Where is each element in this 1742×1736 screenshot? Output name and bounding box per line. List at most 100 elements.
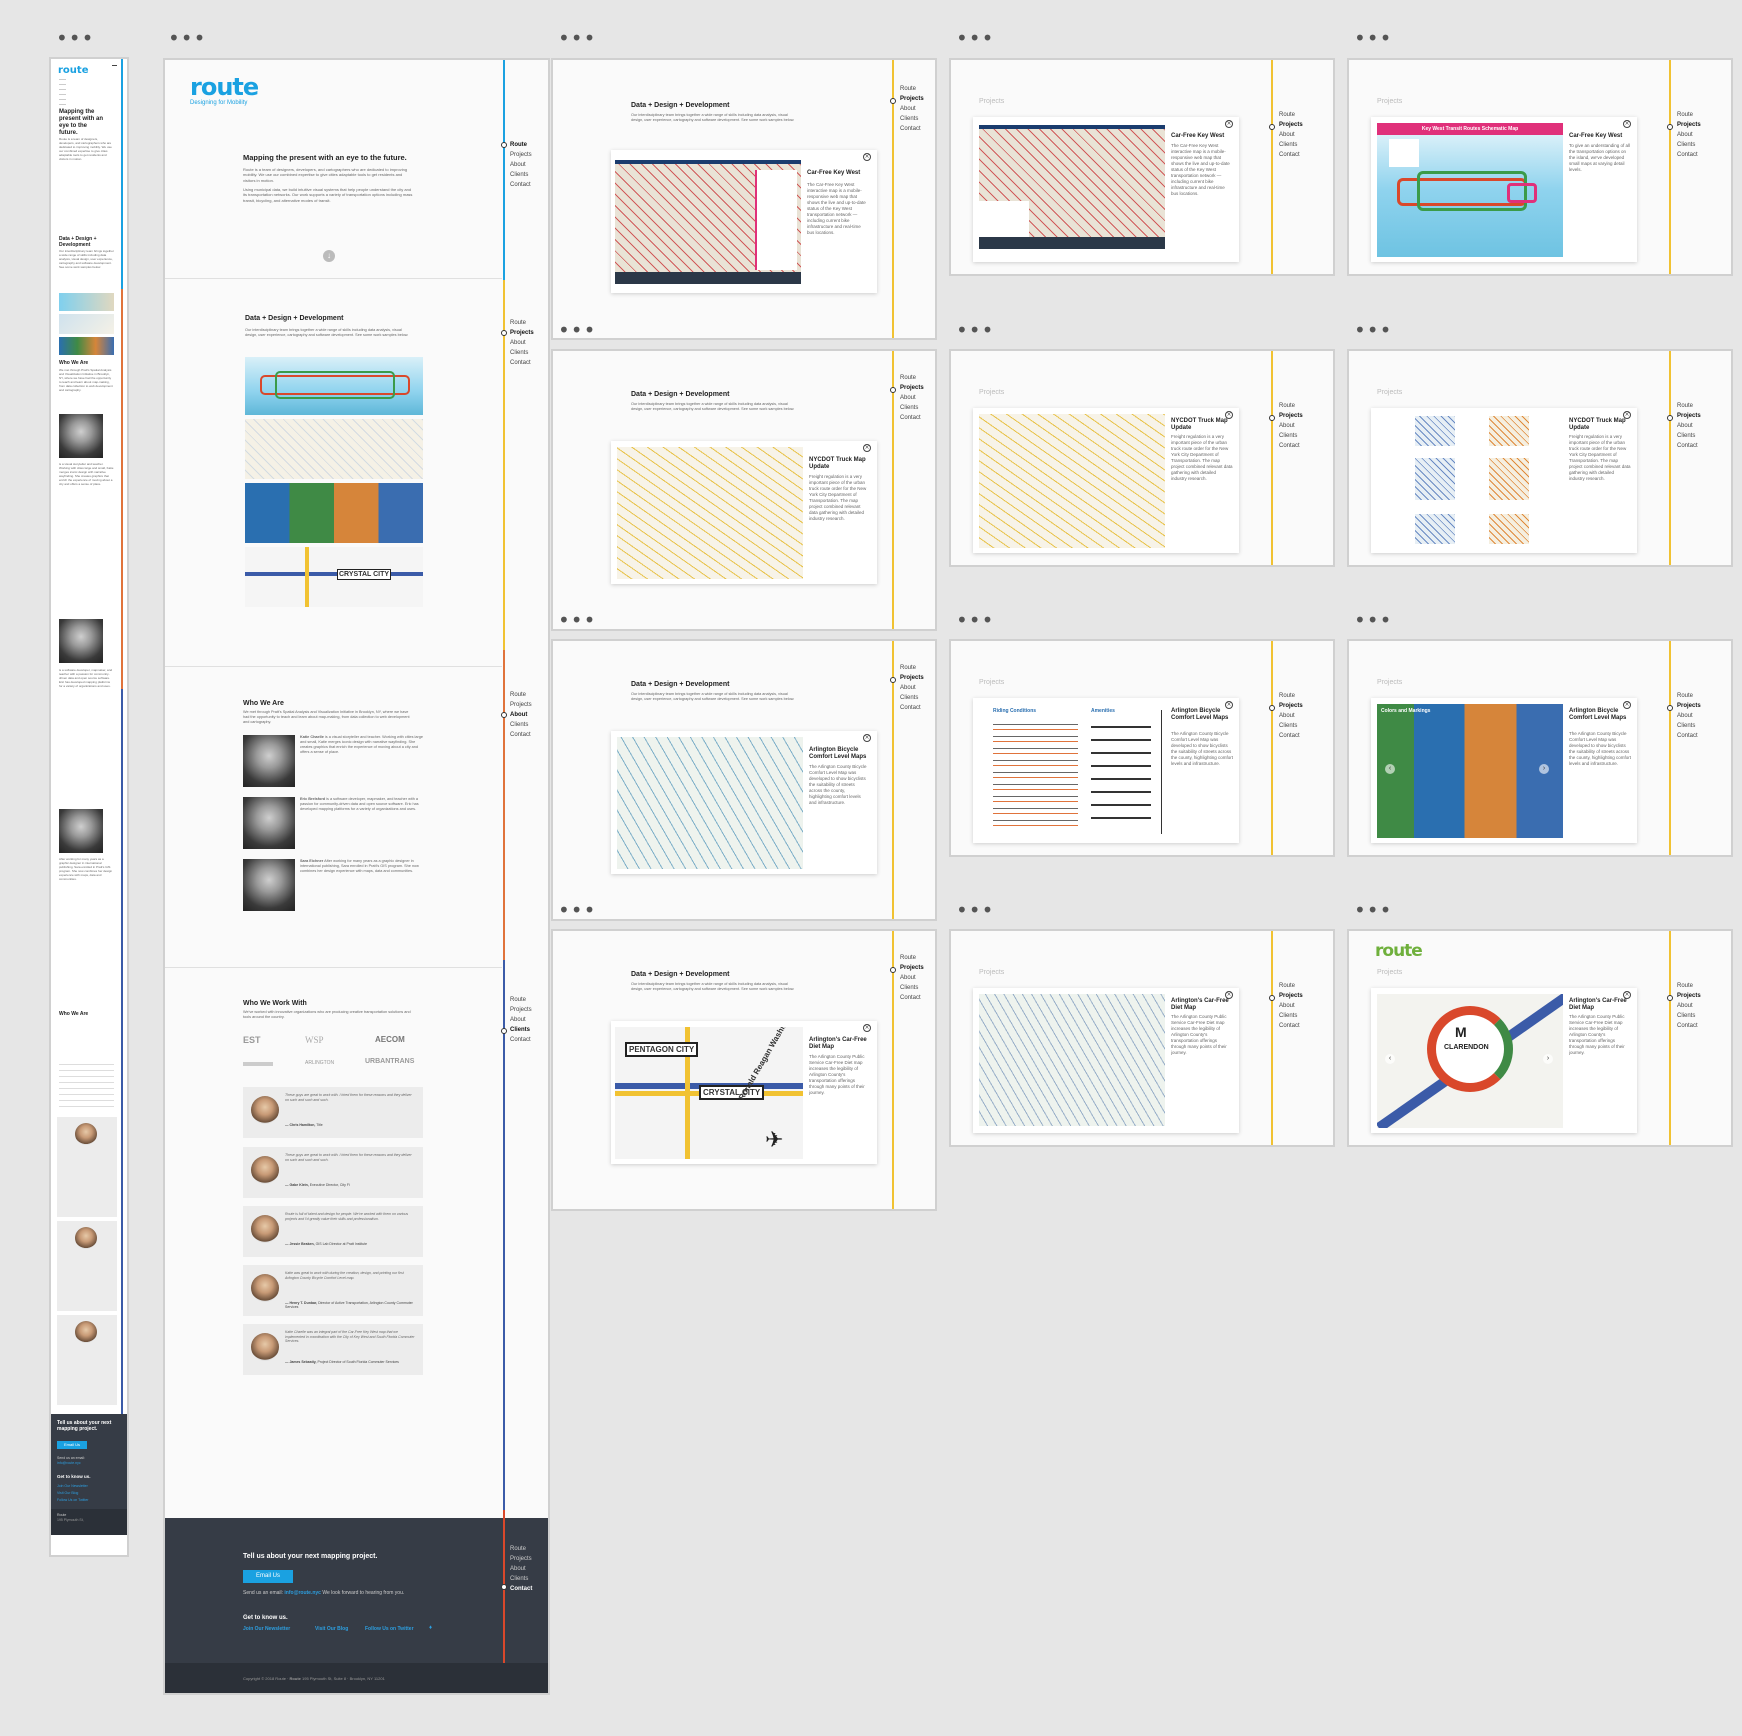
truckmap-map[interactable] xyxy=(617,447,803,579)
nav-item-route[interactable]: Route xyxy=(508,1544,532,1554)
close-icon[interactable]: × xyxy=(1225,120,1233,128)
nav-item-clients[interactable]: Clients xyxy=(1277,140,1303,150)
nav-item-route[interactable]: Route xyxy=(898,953,924,963)
nav-item-route[interactable]: Route xyxy=(1277,110,1303,120)
frame-menu[interactable]: ••• xyxy=(1354,320,1392,340)
nav-item-clients[interactable]: Clients xyxy=(1675,721,1701,731)
mobile-email-button[interactable]: Email Us xyxy=(57,1441,87,1449)
nav-item-projects[interactable]: Projects xyxy=(508,150,532,160)
project-card-truckmap[interactable]: × NYCDOT Truck Map Update Freight regula… xyxy=(973,408,1239,553)
nav-item-about[interactable]: About xyxy=(1277,130,1303,140)
nav-item-clients[interactable]: Clients xyxy=(508,170,532,180)
bicycle-panels-image[interactable]: Colors and Markings ‹ › xyxy=(1377,704,1563,838)
nav-item-about[interactable]: About xyxy=(1277,1001,1303,1011)
project-card-keywest[interactable]: × Car-Free Key West The Car-Free Key Wes… xyxy=(973,117,1239,262)
site-logo[interactable]: route xyxy=(190,73,259,101)
nav-item-clients[interactable]: Clients xyxy=(898,983,924,993)
email-us-button[interactable]: Email Us xyxy=(243,1570,293,1583)
comparison-grid[interactable] xyxy=(1377,414,1563,548)
nav-item-about[interactable]: About xyxy=(898,393,924,403)
nav-item-projects[interactable]: Projects xyxy=(508,1554,532,1564)
carousel-prev-icon[interactable]: ‹ xyxy=(1385,1054,1395,1064)
nav-item-contact[interactable]: Contact xyxy=(508,1584,532,1594)
mobile-hamburger-icon[interactable] xyxy=(112,65,117,66)
nav-item-route[interactable]: Route xyxy=(898,373,924,383)
keywest-map[interactable] xyxy=(979,125,1165,249)
nav-item-contact[interactable]: Contact xyxy=(508,358,534,368)
mobile-thumb-2[interactable] xyxy=(59,314,114,334)
nav-item-clients[interactable]: Clients xyxy=(508,720,532,730)
nav-item-about[interactable]: About xyxy=(898,973,924,983)
nav-item-contact[interactable]: Contact xyxy=(1675,441,1701,451)
mobile-logo[interactable]: route xyxy=(58,65,88,76)
project-thumb-truckmap[interactable] xyxy=(245,419,423,479)
nav-item-contact[interactable]: Contact xyxy=(1277,441,1303,451)
carousel-prev-icon[interactable]: ‹ xyxy=(1385,764,1395,774)
nav-item-contact[interactable]: Contact xyxy=(898,993,924,1003)
frame-menu[interactable]: ••• xyxy=(956,610,994,630)
nav-item-clients[interactable]: Clients xyxy=(898,114,924,124)
nav-item-clients[interactable]: Clients xyxy=(898,693,924,703)
nav-item-projects[interactable]: Projects xyxy=(1675,701,1701,711)
nav-item-clients[interactable]: Clients xyxy=(898,403,924,413)
nav-item-contact[interactable]: Contact xyxy=(1675,731,1701,741)
project-card-clarendon[interactable]: CLARENDON M ‹ › × Arlington's Car-Free D… xyxy=(1371,988,1637,1133)
carousel-next-icon[interactable]: › xyxy=(1543,1054,1553,1064)
project-card-carfree[interactable]: PENTAGON CITY CRYSTAL CITY Ronald Reagan… xyxy=(611,1021,877,1164)
nav-item-about[interactable]: About xyxy=(1277,421,1303,431)
close-icon[interactable]: × xyxy=(863,1024,871,1032)
project-card-carfree[interactable]: × Arlington's Car-Free Diet Map The Arli… xyxy=(973,988,1239,1133)
nav-item-projects[interactable]: Projects xyxy=(1277,991,1303,1001)
newsletter-link[interactable]: Join Our Newsletter xyxy=(243,1626,290,1632)
frame-menu[interactable]: ••• xyxy=(1354,28,1392,48)
frame-menu[interactable]: ••• xyxy=(558,610,596,630)
nav-item-projects[interactable]: Projects xyxy=(898,963,924,973)
nav-item-clients[interactable]: Clients xyxy=(1277,1011,1303,1021)
nav-item-clients[interactable]: Clients xyxy=(1675,431,1701,441)
nav-item-route[interactable]: Route xyxy=(508,995,532,1005)
nav-item-projects[interactable]: Projects xyxy=(1277,411,1303,421)
nav-item-route[interactable]: Route xyxy=(1277,691,1303,701)
nav-item-clients[interactable]: Clients xyxy=(1675,1011,1701,1021)
project-thumb-carfree[interactable]: CRYSTAL CITY xyxy=(245,547,423,607)
close-icon[interactable]: × xyxy=(863,444,871,452)
nav-item-contact[interactable]: Contact xyxy=(1675,1021,1701,1031)
nav-item-about[interactable]: About xyxy=(1277,711,1303,721)
mobile-email-link[interactable]: info@route.nyc xyxy=(57,1461,81,1465)
nav-item-projects[interactable]: Projects xyxy=(508,328,534,338)
nav-item-projects[interactable]: Projects xyxy=(898,673,924,683)
nav-item-contact[interactable]: Contact xyxy=(1277,731,1303,741)
project-card-bicycle-legend[interactable]: Riding Conditions Amenities × Arlington … xyxy=(973,698,1239,843)
keywest-map[interactable] xyxy=(615,160,801,284)
nav-item-projects[interactable]: Projects xyxy=(1675,991,1701,1001)
frame-menu[interactable]: ••• xyxy=(1354,900,1392,920)
nav-item-route[interactable]: Route xyxy=(1277,401,1303,411)
frame-menu[interactable]: ••• xyxy=(956,320,994,340)
scroll-down-icon[interactable]: ↓ xyxy=(323,250,335,262)
bicycle-map[interactable] xyxy=(617,737,803,869)
frame-menu[interactable]: ••• xyxy=(558,900,596,920)
clarendon-map[interactable]: CLARENDON M ‹ › xyxy=(1377,994,1563,1128)
nav-item-contact[interactable]: Contact xyxy=(1675,150,1701,160)
frame-menu[interactable]: ••• xyxy=(558,28,596,48)
nav-item-about[interactable]: About xyxy=(508,1564,532,1574)
mobile-frame-menu[interactable]: ••• xyxy=(56,28,94,48)
nav-item-clients[interactable]: Clients xyxy=(1675,140,1701,150)
frame-menu[interactable]: ••• xyxy=(956,28,994,48)
nav-item-about[interactable]: About xyxy=(508,1015,532,1025)
carfree-overview-map[interactable] xyxy=(979,994,1165,1126)
project-card-truckmap[interactable]: × NYCDOT Truck Map Update Freight regula… xyxy=(611,441,877,584)
mobile-nav-list[interactable] xyxy=(59,79,66,105)
nav-item-route[interactable]: Route xyxy=(898,84,924,94)
nav-item-contact[interactable]: Contact xyxy=(508,730,532,740)
close-icon[interactable]: × xyxy=(863,153,871,161)
project-card-truck-comparison[interactable]: × NYCDOT Truck Map Update Freight regula… xyxy=(1371,408,1637,553)
nav-item-projects[interactable]: Projects xyxy=(1277,120,1303,130)
nav-item-about[interactable]: About xyxy=(1675,711,1701,721)
nav-item-about[interactable]: About xyxy=(898,683,924,693)
nav-item-clients[interactable]: Clients xyxy=(1277,721,1303,731)
nav-item-contact[interactable]: Contact xyxy=(1277,1021,1303,1031)
nav-item-projects[interactable]: Projects xyxy=(1277,701,1303,711)
frame-menu[interactable]: ••• xyxy=(956,900,994,920)
nav-item-route[interactable]: Route xyxy=(1675,981,1701,991)
